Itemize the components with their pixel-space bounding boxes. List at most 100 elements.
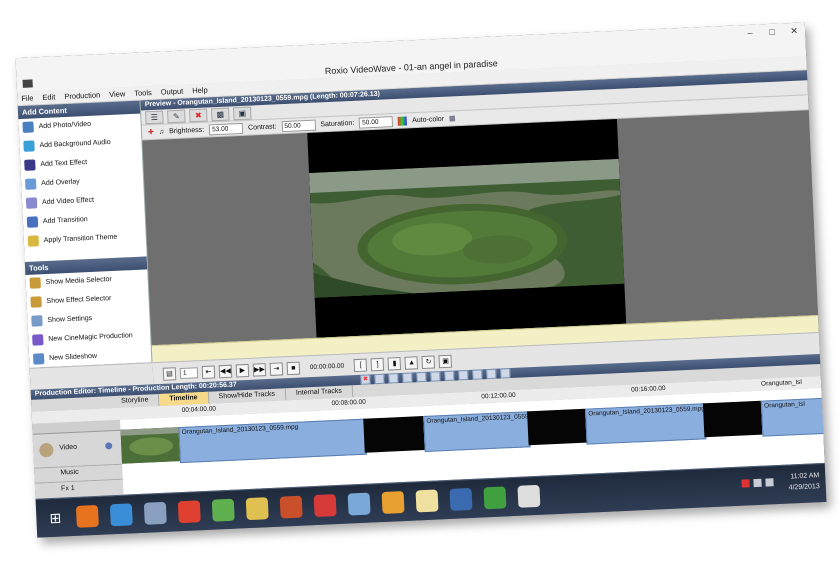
network-tray-icon[interactable] xyxy=(753,478,762,488)
black-gap-clip[interactable] xyxy=(527,408,587,446)
snapshot-icon[interactable]: ▣ xyxy=(438,354,453,368)
save-icon[interactable]: ▩ xyxy=(210,107,230,121)
ruler-mark: 00:08:00.00 xyxy=(331,398,366,408)
mark-in-icon[interactable]: [ xyxy=(353,358,368,372)
clock[interactable]: 11:02 AM 4/29/2013 xyxy=(788,470,820,493)
loop-icon[interactable]: ↻ xyxy=(421,354,436,369)
firefox-icon[interactable] xyxy=(75,504,99,528)
media-selector-icon xyxy=(29,277,41,289)
page-icon[interactable]: ▤ xyxy=(162,366,177,381)
transition-theme-icon xyxy=(27,235,40,247)
menu-tools[interactable]: Tools xyxy=(134,88,152,98)
zoom-in-icon[interactable] xyxy=(444,370,455,382)
brightness-input[interactable]: 53.00 xyxy=(208,122,244,135)
box-icon[interactable] xyxy=(347,492,371,516)
saturation-input[interactable]: 50.00 xyxy=(358,115,394,129)
menu-edit[interactable]: Edit xyxy=(42,92,55,102)
toggle-icon[interactable] xyxy=(105,442,113,450)
add-content-item-label: Apply Transition Theme xyxy=(43,233,118,245)
speaker-icon[interactable]: ♫ xyxy=(159,128,165,135)
paint-icon[interactable] xyxy=(415,489,439,513)
page-input[interactable]: 1 xyxy=(179,366,199,379)
menu-file[interactable]: File xyxy=(21,93,33,103)
volume-icon[interactable] xyxy=(472,369,483,380)
clapper-icon[interactable] xyxy=(517,484,541,508)
track-header-video[interactable]: Video xyxy=(32,429,123,469)
video-thumbnail-clip[interactable] xyxy=(120,427,180,464)
play-icon[interactable]: ▶ xyxy=(235,363,250,377)
colorful-app-icon[interactable] xyxy=(211,498,235,522)
maximize-icon[interactable]: □ xyxy=(765,26,780,39)
network-icon[interactable] xyxy=(143,501,167,525)
preview-panel: Preview - Orangutan_Island_20130123_0559… xyxy=(140,70,819,364)
notes-icon[interactable] xyxy=(381,491,405,514)
window-controls: – □ ✕ xyxy=(743,25,801,40)
split-icon[interactable]: ▮ xyxy=(387,356,402,371)
zoom-out-icon[interactable] xyxy=(458,369,469,381)
clip-label: Orangutan_Island_20130123_0559.mpg xyxy=(588,405,706,418)
black-gap-clip[interactable] xyxy=(363,416,425,453)
trim-icon[interactable]: ▲ xyxy=(404,355,419,370)
edit-icon[interactable]: ✎ xyxy=(167,109,186,123)
chrome-icon[interactable] xyxy=(109,503,133,527)
auto-color-label[interactable]: Auto-color xyxy=(412,115,444,123)
time-display: 00:00:00.00 xyxy=(309,362,345,371)
tools-item-label: Show Settings xyxy=(47,314,93,324)
overlay-icon xyxy=(25,178,37,190)
grid-icon[interactable]: ▦ xyxy=(449,114,456,122)
volume-tray-icon[interactable] xyxy=(765,478,774,487)
ruler-clip-label: Orangutan_Isl xyxy=(760,378,803,388)
delete-icon[interactable]: ✖ xyxy=(188,108,208,122)
preview-icon[interactable]: ▣ xyxy=(232,106,252,120)
transition-icon xyxy=(26,216,39,228)
contrast-input[interactable]: 50.00 xyxy=(281,119,316,132)
paste-icon[interactable] xyxy=(402,372,413,383)
add-content-item-label: Add Transition xyxy=(42,216,88,226)
ruler-mark: 00:12:00.00 xyxy=(481,391,516,401)
cut-icon[interactable] xyxy=(374,373,385,385)
copy-icon[interactable] xyxy=(388,373,399,384)
settings-small-icon[interactable] xyxy=(500,368,511,379)
list-view-icon[interactable]: ☰ xyxy=(145,110,164,124)
redo-icon[interactable] xyxy=(430,371,441,382)
next-frame-icon[interactable]: ▶▶ xyxy=(252,362,267,377)
film-reel-icon xyxy=(39,442,54,458)
start-icon[interactable]: ⇤ xyxy=(201,364,216,379)
video-area xyxy=(142,110,818,346)
mark-out-icon[interactable]: ] xyxy=(370,357,385,371)
windows-start-icon[interactable]: ⊞ xyxy=(44,506,67,529)
photo-video-icon xyxy=(22,121,34,133)
text-effect-icon xyxy=(24,159,36,171)
track-label-fx: Fx 1 xyxy=(60,484,75,493)
video-clip[interactable]: Orangutan_Isl xyxy=(760,397,826,437)
video-clip[interactable]: Orangutan_Island_20130123_0559.m xyxy=(423,411,536,453)
minimize-icon[interactable]: – xyxy=(743,27,758,40)
menu-production[interactable]: Production xyxy=(64,90,100,101)
undo-icon[interactable] xyxy=(416,371,427,383)
green-app-icon[interactable] xyxy=(483,486,507,510)
media-icon[interactable] xyxy=(177,500,201,524)
flag-icon[interactable] xyxy=(741,479,750,488)
video-clip[interactable]: Orangutan_Island_20130123_0559.mpg xyxy=(585,403,707,445)
prev-frame-icon[interactable]: ◀◀ xyxy=(218,364,233,378)
delete-clip-icon[interactable]: ✖ xyxy=(360,374,371,385)
files-icon[interactable] xyxy=(245,497,269,521)
effects-icon[interactable] xyxy=(486,368,497,380)
auto-color-icon[interactable] xyxy=(397,115,408,126)
feather-icon[interactable] xyxy=(449,487,473,511)
media-player-icon[interactable] xyxy=(279,495,303,519)
video-clip[interactable]: Orangutan_Island_20130123_0559.mpg xyxy=(178,418,367,464)
menu-output[interactable]: Output xyxy=(161,87,184,97)
add-content-list: Add Photo/Video Add Background Audio Add T… xyxy=(18,114,146,252)
close-app-icon[interactable] xyxy=(313,494,337,518)
black-gap-clip[interactable] xyxy=(702,400,763,438)
tools-item-label: Show Effect Selector xyxy=(46,295,112,306)
audio-icon xyxy=(23,140,35,152)
clip-label: Orangutan_Island_20130123_0559.mpg xyxy=(181,423,299,437)
eyedropper-icon[interactable]: ✚ xyxy=(148,128,154,136)
menu-view[interactable]: View xyxy=(109,89,126,99)
close-icon[interactable]: ✕ xyxy=(787,25,802,38)
end-icon[interactable]: ⇥ xyxy=(269,361,284,376)
menu-help[interactable]: Help xyxy=(192,85,208,95)
stop-icon[interactable]: ■ xyxy=(286,361,301,375)
